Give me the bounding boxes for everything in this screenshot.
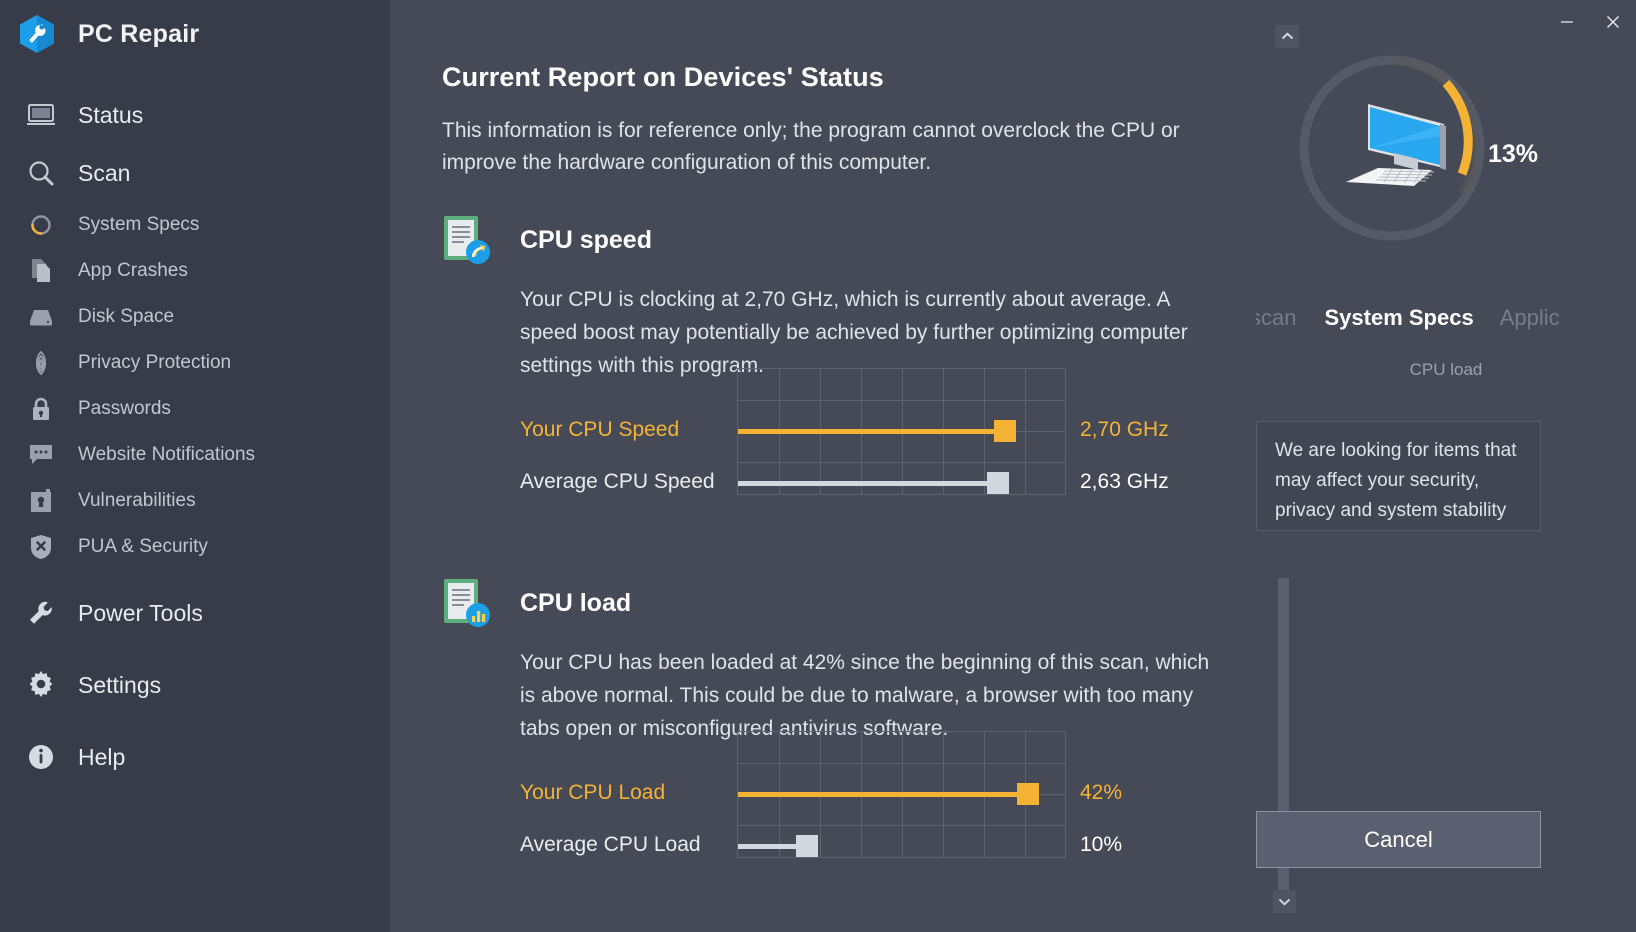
progress-percent: 13% [1488,140,1538,169]
chart-cpu-speed: Your CPU Speed Average CPU Speed 2,70 GH… [520,404,1252,534]
chart-knob-your-cpu-load [1017,783,1039,805]
sidebar-item-help[interactable]: Help [0,728,390,786]
chart-series-label: Average CPU Load [520,819,730,871]
current-task-label: CPU load [1256,360,1636,380]
chart-bar-average-cpu-load [738,844,800,849]
sidebar-item-label: System Specs [78,214,199,236]
tab-next-applications[interactable]: Applic [1500,305,1560,331]
app-brand: PC Repair [0,0,390,68]
tab-previous-scan[interactable]: scan [1256,305,1296,331]
sidebar-item-label: Status [78,102,143,129]
chart-labels: Your CPU Load Average CPU Load [520,767,730,871]
info-tooltip-box: We are looking for items that may affect… [1256,421,1541,531]
section-cpu-load: CPU load Your CPU has been loaded at 42%… [442,576,1252,897]
chart-knob-average-cpu-speed [987,472,1009,494]
sidebar-item-label: Power Tools [78,600,203,627]
keyhole-icon [24,484,58,518]
sidebar-item-system-specs[interactable]: System Specs [0,202,390,248]
chart-bar-average-cpu-speed [738,481,991,486]
chart-series-label: Your CPU Speed [520,404,730,456]
page-title: Current Report on Devices' Status [442,62,1252,93]
page-subtitle: This information is for reference only; … [442,115,1202,179]
scan-progress-gauge: 13% [1292,48,1492,248]
chart-knob-average-cpu-load [796,835,818,857]
sidebar-item-scan[interactable]: Scan [0,144,390,202]
chart-cpu-load: Your CPU Load Average CPU Load 42% 10% [520,767,1252,897]
padlock-icon [24,392,58,426]
chart-value: 2,63 GHz [1080,456,1220,508]
fingerprint-icon [24,346,58,380]
chart-values: 42% 10% [1080,767,1220,871]
sidebar-nav: Status Scan System Spe [0,86,390,786]
chart-values: 2,70 GHz 2,63 GHz [1080,404,1220,508]
sidebar: PC Repair Status [0,0,390,932]
sidebar-item-privacy-protection[interactable]: Privacy Protection [0,340,390,386]
chart-value: 10% [1080,819,1220,871]
sidebar-item-website-notifications[interactable]: Website Notifications [0,432,390,478]
sidebar-item-settings[interactable]: Settings [0,656,390,714]
chat-bubble-icon [24,438,58,472]
sidebar-item-label: Scan [78,160,130,187]
sidebar-item-label: Help [78,744,125,771]
sidebar-item-label: Vulnerabilities [78,490,196,512]
sidebar-item-label: Settings [78,672,161,699]
monitor-icon [24,98,58,132]
report-content: Current Report on Devices' Status This i… [442,62,1252,897]
desktop-computer-icon [1332,96,1454,201]
info-tooltip-text: We are looking for items that may affect… [1275,436,1522,526]
sidebar-item-status[interactable]: Status [0,86,390,144]
chart-bar-your-cpu-speed [738,429,998,434]
nav-spacer-2 [0,642,390,656]
section-header: CPU speed [442,213,1252,267]
cpu-chip-load-icon [442,578,494,628]
sidebar-item-label: Disk Space [78,306,174,328]
magnifier-icon [24,156,58,190]
sidebar-item-pua-security[interactable]: PUA & Security [0,524,390,570]
section-title: CPU load [520,589,631,618]
chart-knob-your-cpu-speed [994,420,1016,442]
sidebar-item-disk-space[interactable]: Disk Space [0,294,390,340]
wrench-icon [24,596,58,630]
chart-value: 2,70 GHz [1080,404,1220,456]
chart-value: 42% [1080,767,1220,819]
hard-drive-icon [24,300,58,334]
sidebar-item-app-crashes[interactable]: App Crashes [0,248,390,294]
wrench-hexagon-logo-icon [18,14,56,54]
chart-bar-your-cpu-load [738,792,1021,797]
sidebar-item-label: Website Notifications [78,444,255,466]
nav-spacer-3 [0,714,390,728]
info-circle-icon [24,740,58,774]
chart-series-label: Average CPU Speed [520,456,730,508]
cpu-chip-speed-icon [442,215,494,265]
spinner-circle-icon [24,208,58,242]
documents-icon [24,254,58,288]
chart-series-label: Your CPU Load [520,767,730,819]
sidebar-item-label: Privacy Protection [78,352,231,374]
sidebar-item-label: PUA & Security [78,536,208,558]
sidebar-item-passwords[interactable]: Passwords [0,386,390,432]
shield-x-icon [24,530,58,564]
tab-system-specs[interactable]: System Specs [1324,305,1473,331]
sidebar-item-power-tools[interactable]: Power Tools [0,584,390,642]
nav-spacer-1 [0,570,390,584]
section-header: CPU load [442,576,1252,630]
cancel-button[interactable]: Cancel [1256,811,1541,868]
phase-tabstrip: scan System Specs Applic [1256,305,1636,341]
section-title: CPU speed [520,226,652,255]
app-title: PC Repair [78,20,199,49]
chart-labels: Your CPU Speed Average CPU Speed [520,404,730,508]
gear-icon [24,668,58,702]
sidebar-item-label: App Crashes [78,260,188,282]
right-panel: 13% scan System Specs Applic CPU load We… [1256,0,1636,932]
sidebar-item-label: Passwords [78,398,171,420]
section-cpu-speed: CPU speed Your CPU is clocking at 2,70 G… [442,213,1252,534]
sidebar-item-vulnerabilities[interactable]: Vulnerabilities [0,478,390,524]
app-window: PC Repair Status [0,0,1636,932]
